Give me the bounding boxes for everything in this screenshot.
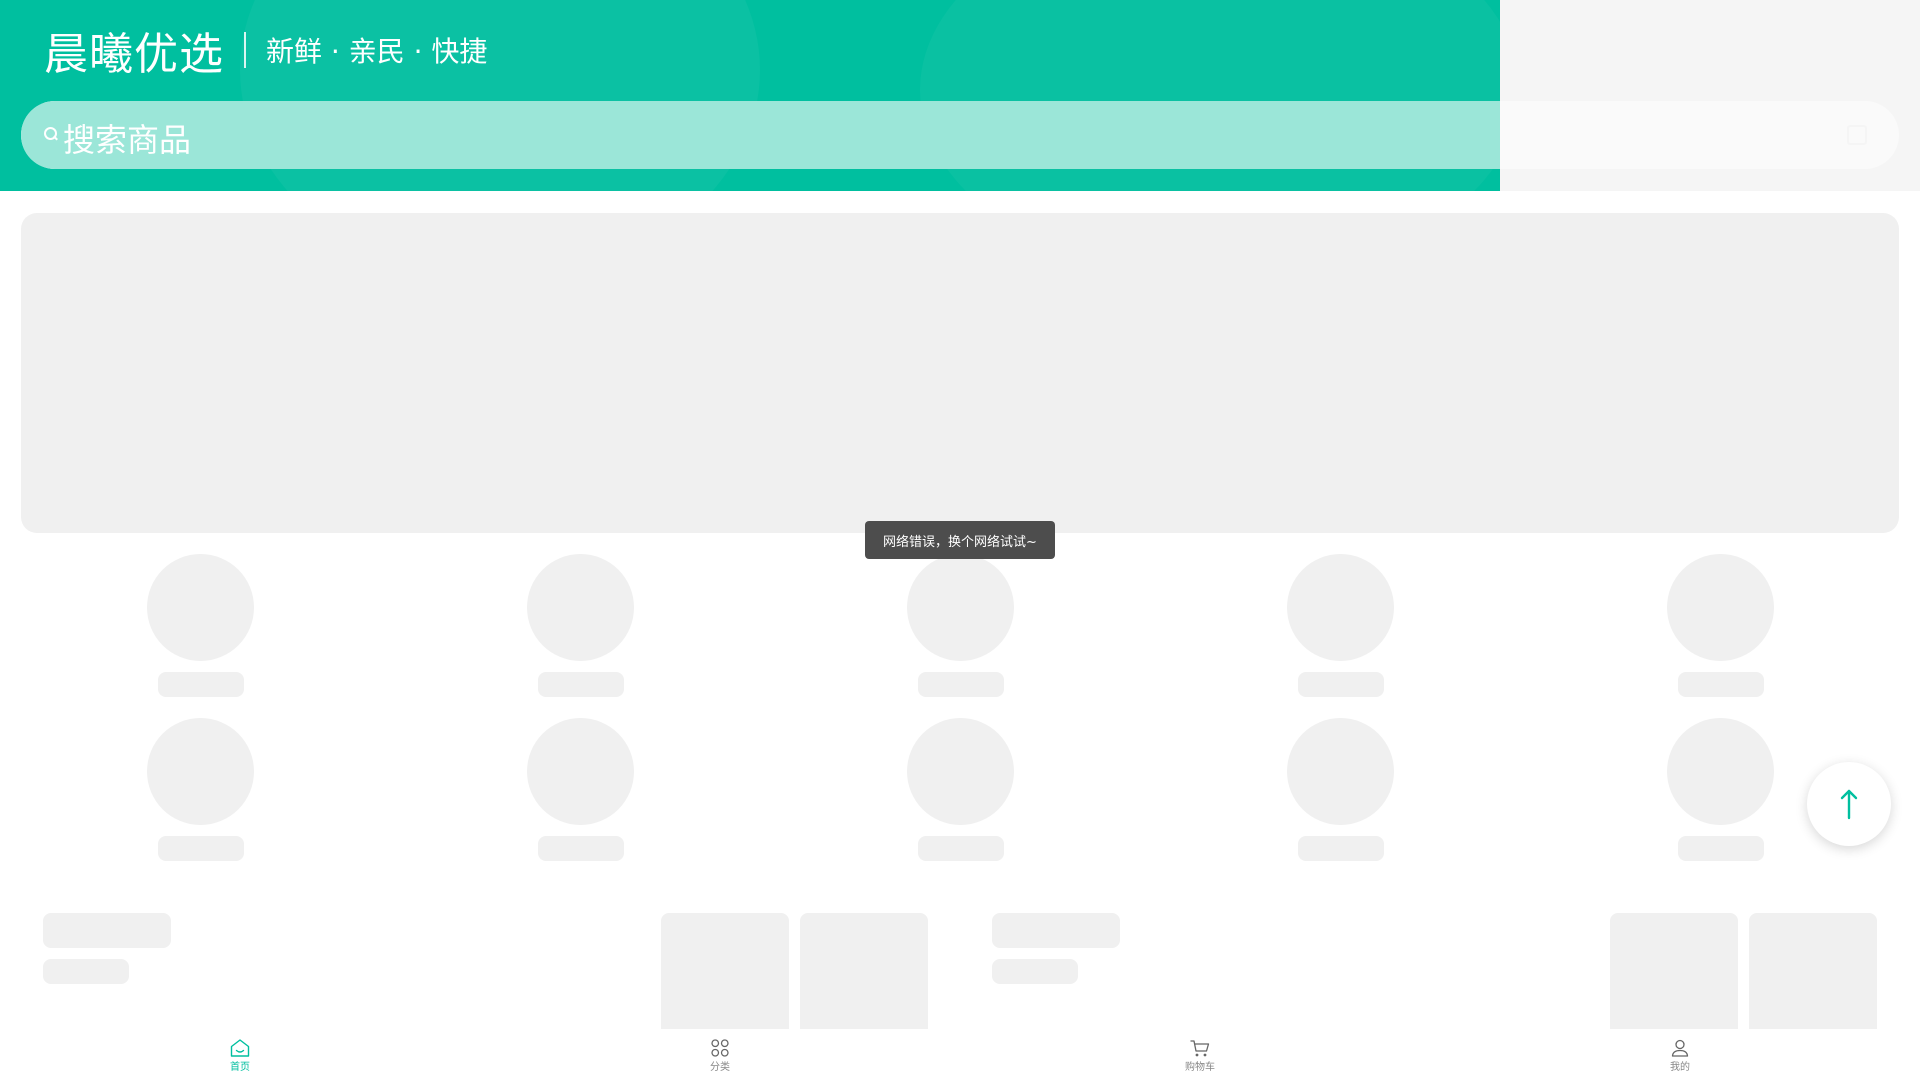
tab-profile[interactable]: 我的 (1440, 1030, 1920, 1080)
category-label-placeholder (538, 836, 624, 861)
user-icon (1671, 1039, 1689, 1057)
promo-subtitle-placeholder (992, 959, 1078, 984)
network-error-toast: 网络错误，换个网络试试~ (865, 521, 1055, 559)
brand-slogan: 新鲜 · 亲民 · 快捷 (266, 35, 488, 68)
header: 晨曦优选 新鲜 · 亲民 · 快捷 搜索商品 (0, 0, 1920, 191)
brand: 晨曦优选 新鲜 · 亲民 · 快捷 (44, 20, 487, 80)
category-icon-placeholder (907, 554, 1014, 661)
banner-placeholder (21, 213, 1899, 533)
category-label-placeholder (1678, 836, 1764, 861)
scan-icon (1847, 125, 1867, 145)
category-label-placeholder (1298, 672, 1384, 697)
category-icon-placeholder (147, 554, 254, 661)
brand-name: 晨曦优选 (44, 29, 224, 80)
promo-image-placeholder (661, 913, 789, 1029)
category-icon-placeholder (527, 554, 634, 661)
category-icon (711, 1039, 729, 1057)
promo-title-placeholder (992, 913, 1120, 948)
promo-image-placeholder (1610, 913, 1738, 1029)
home-icon (230, 1039, 250, 1057)
arrow-up-icon (1840, 789, 1858, 820)
category-icon-placeholder (527, 718, 634, 825)
cart-icon (1190, 1040, 1210, 1057)
brand-divider (244, 32, 246, 68)
tab-bar: 首页 分类 购物车 我的 (0, 1030, 1920, 1080)
tab-label: 我的 (1670, 1062, 1690, 1073)
tab-cart[interactable]: 购物车 (960, 1030, 1440, 1080)
tab-label: 首页 (230, 1062, 250, 1073)
search-icon (44, 127, 58, 141)
category-label-placeholder (158, 672, 244, 697)
promo-image-placeholder (1749, 913, 1877, 1029)
category-label-placeholder (918, 836, 1004, 861)
category-label-placeholder (538, 672, 624, 697)
tab-home[interactable]: 首页 (0, 1030, 480, 1080)
back-to-top-button[interactable] (1807, 762, 1891, 846)
category-label-placeholder (1678, 672, 1764, 697)
toast-message: 网络错误，换个网络试试~ (883, 534, 1037, 550)
search-placeholder: 搜索商品 (63, 121, 192, 159)
category-label-placeholder (1298, 836, 1384, 861)
category-icon-placeholder (1667, 718, 1774, 825)
category-icon-placeholder (147, 718, 254, 825)
tab-label: 购物车 (1185, 1062, 1215, 1073)
category-icon-placeholder (1287, 554, 1394, 661)
promo-subtitle-placeholder (43, 959, 129, 984)
search-bar[interactable]: 搜索商品 (21, 101, 1899, 169)
category-icon-placeholder (907, 718, 1014, 825)
category-icon-placeholder (1287, 718, 1394, 825)
category-label-placeholder (918, 672, 1004, 697)
tab-label: 分类 (710, 1062, 730, 1073)
search-bar-tint (21, 101, 1500, 169)
promo-image-placeholder (800, 913, 928, 1029)
category-label-placeholder (158, 836, 244, 861)
tab-category[interactable]: 分类 (480, 1030, 960, 1080)
promo-title-placeholder (43, 913, 171, 948)
category-icon-placeholder (1667, 554, 1774, 661)
